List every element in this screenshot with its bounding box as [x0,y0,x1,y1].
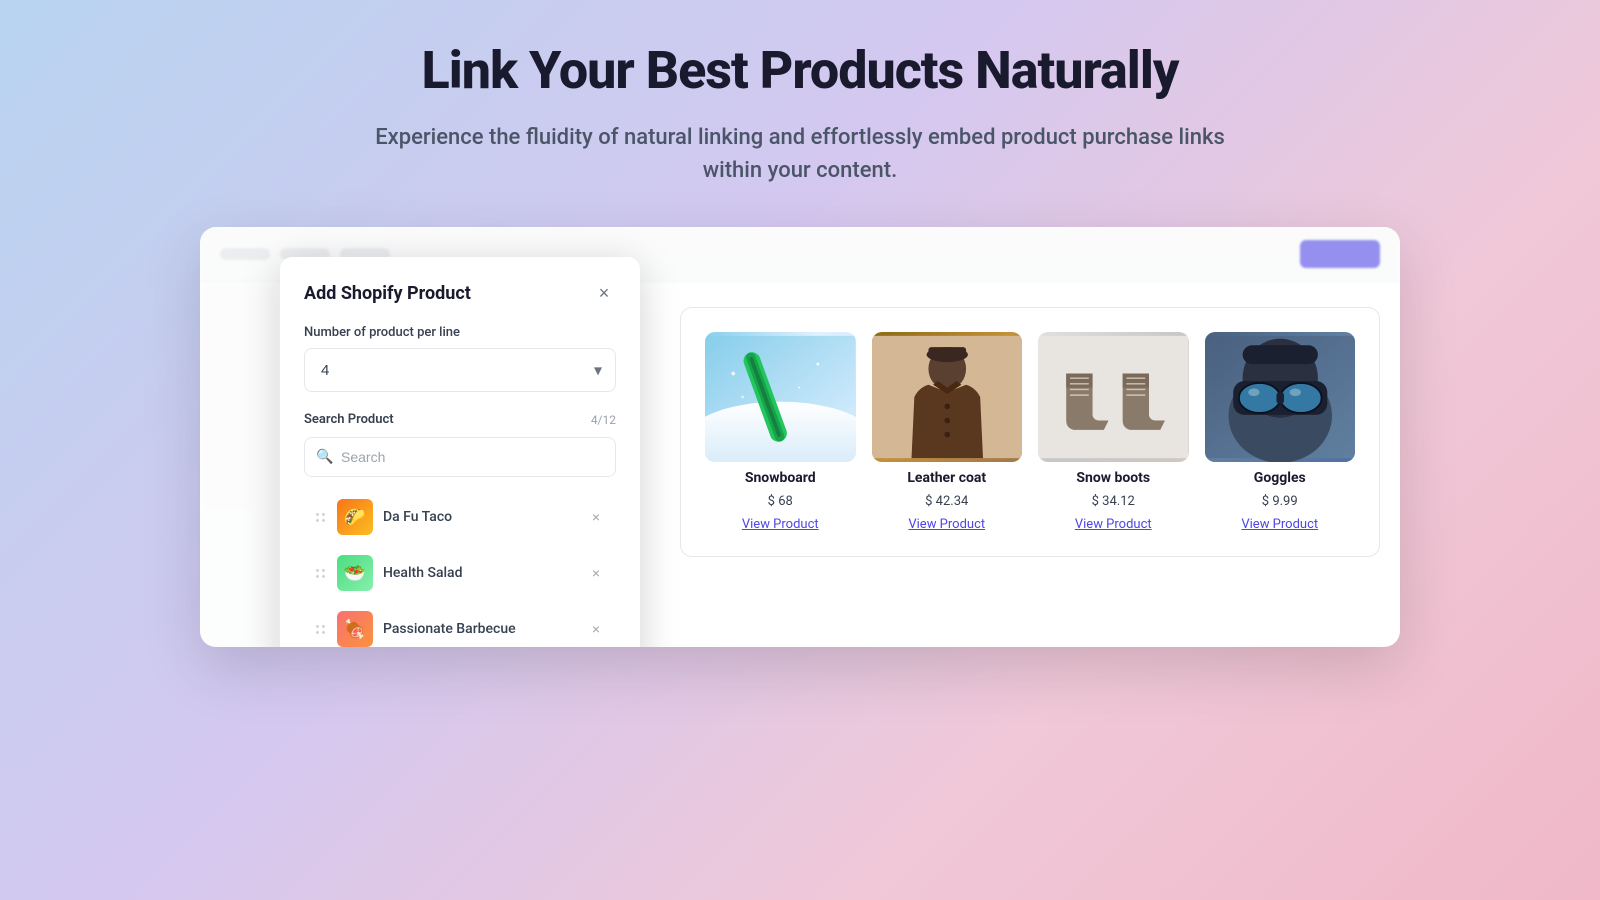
card-product-price: $ 34.12 [1092,494,1135,509]
search-input-wrapper: 🔍 [304,437,616,477]
main-container: Add Shopify Product × Number of product … [200,227,1400,647]
bg-bar-dot-1 [220,248,270,260]
per-line-field: Number of product per line 4 1 2 3 ▾ [304,325,616,392]
card-image-snow-boots [1038,332,1189,462]
add-product-modal: Add Shopify Product × Number of product … [280,257,640,647]
search-icon: 🔍 [316,449,333,465]
search-count-badge: 4/12 [591,413,616,427]
per-line-select[interactable]: 4 1 2 3 [304,348,616,392]
drag-dot [322,575,325,578]
modal-title: Add Shopify Product [304,283,471,304]
card-product-name: Goggles [1254,470,1306,486]
product-name: Da Fu Taco [383,509,576,525]
card-product-name: Snow boots [1076,470,1150,486]
card-product-price: $ 42.34 [925,494,968,509]
drag-dot [316,513,319,516]
product-thumbnail: 🍖 [337,611,373,647]
product-thumbnail: 🌮 [337,499,373,535]
drag-dot [322,569,325,572]
card-product-name: Snowboard [745,470,816,486]
drag-handle[interactable] [314,567,327,580]
modal-close-button[interactable]: × [592,281,616,305]
bg-sidebar [200,282,275,647]
product-remove-button[interactable]: × [586,507,606,527]
list-item: 🥗 Health Salad × [304,547,616,599]
drag-dot [322,519,325,522]
product-remove-button[interactable]: × [586,619,606,639]
search-section-header: Search Product 4/12 [304,412,616,427]
drag-dot [316,575,319,578]
drag-dot [322,631,325,634]
bg-bar-button [1300,240,1380,268]
product-list: 🌮 Da Fu Taco × 🥗 [304,491,616,647]
product-card: Leather coat $ 42.34 View Product [872,332,1023,532]
card-image-goggles [1205,332,1356,462]
card-image-leather-coat [872,332,1023,462]
product-name: Passionate Barbecue [383,621,576,637]
card-product-price: $ 68 [768,494,793,509]
drag-dot [316,631,319,634]
card-product-price: $ 9.99 [1262,494,1298,509]
search-input[interactable] [304,437,616,477]
drag-handle[interactable] [314,623,327,636]
modal-header: Add Shopify Product × [304,281,616,305]
card-view-product-link[interactable]: View Product [1075,517,1152,532]
card-view-product-link[interactable]: View Product [1241,517,1318,532]
list-item: 🍖 Passionate Barbecue × [304,603,616,647]
per-line-select-wrapper: 4 1 2 3 ▾ [304,348,616,392]
product-thumb-emoji: 🍖 [337,611,373,647]
list-item: 🌮 Da Fu Taco × [304,491,616,543]
product-card: Goggles $ 9.99 View Product [1205,332,1356,532]
per-line-label: Number of product per line [304,325,616,340]
drag-handle[interactable] [314,511,327,524]
card-image-snowboard [705,332,856,462]
product-remove-button[interactable]: × [586,563,606,583]
product-thumbnail: 🥗 [337,555,373,591]
card-product-name: Leather coat [907,470,986,486]
product-cards-panel: Snowboard $ 68 View Product [680,307,1380,557]
card-view-product-link[interactable]: View Product [742,517,819,532]
drag-dot [316,519,319,522]
drag-dot [322,513,325,516]
search-section-title: Search Product [304,412,394,427]
drag-dot [316,569,319,572]
product-card: Snow boots $ 34.12 View Product [1038,332,1189,532]
product-card: Snowboard $ 68 View Product [705,332,856,532]
product-name: Health Salad [383,565,576,581]
drag-dot [322,625,325,628]
hero-subtitle: Experience the fluidity of natural linki… [350,121,1250,187]
product-thumb-emoji: 🥗 [337,555,373,591]
hero-title: Link Your Best Products Naturally [422,40,1179,101]
product-thumb-emoji: 🌮 [337,499,373,535]
card-view-product-link[interactable]: View Product [908,517,985,532]
cards-grid: Snowboard $ 68 View Product [705,332,1355,532]
drag-dot [316,625,319,628]
